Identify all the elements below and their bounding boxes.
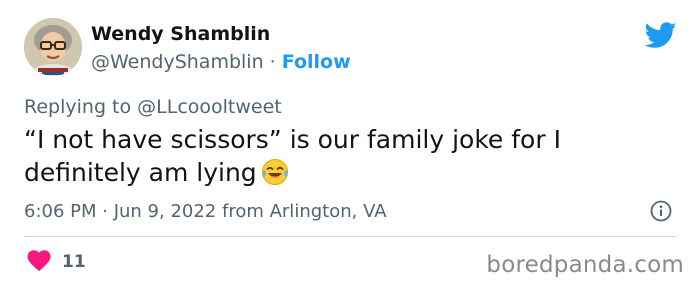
author-handle[interactable]: @WendyShamblin — [91, 51, 264, 73]
follow-button[interactable]: Follow — [282, 51, 351, 73]
tweet-date[interactable]: Jun 9, 2022 — [114, 201, 217, 222]
handle-separator: · — [263, 51, 282, 73]
tweet-time[interactable]: 6:06 PM — [24, 201, 97, 222]
heart-icon[interactable] — [27, 250, 51, 272]
face-with-tears-of-joy-icon — [261, 158, 289, 194]
like-count[interactable]: 11 — [62, 252, 86, 272]
tweet-body: “I not have scissors” is our family joke… — [24, 123, 664, 194]
tweet-text: “I not have scissors” is our family joke… — [24, 125, 561, 187]
replying-to-line: Replying to @LLcoooltweet — [24, 96, 282, 118]
twitter-bird-icon[interactable] — [645, 22, 677, 49]
avatar-image — [24, 18, 82, 76]
author-display-name[interactable]: Wendy Shamblin — [91, 23, 270, 45]
tweet-meta: 6:06 PM · Jun 9, 2022 from Arlington, VA — [24, 201, 387, 222]
info-icon[interactable] — [650, 200, 672, 222]
divider — [24, 236, 676, 237]
author-handle-line: @WendyShamblin · Follow — [91, 51, 351, 73]
meta-separator: · — [96, 201, 114, 222]
boredpanda-watermark: boredpanda.com — [486, 252, 684, 278]
reply-handle-link[interactable]: @LLcoooltweet — [137, 96, 282, 118]
tweet-location: from Arlington, VA — [216, 201, 387, 222]
replying-to-prefix: Replying to — [24, 96, 138, 118]
avatar[interactable] — [24, 18, 82, 76]
